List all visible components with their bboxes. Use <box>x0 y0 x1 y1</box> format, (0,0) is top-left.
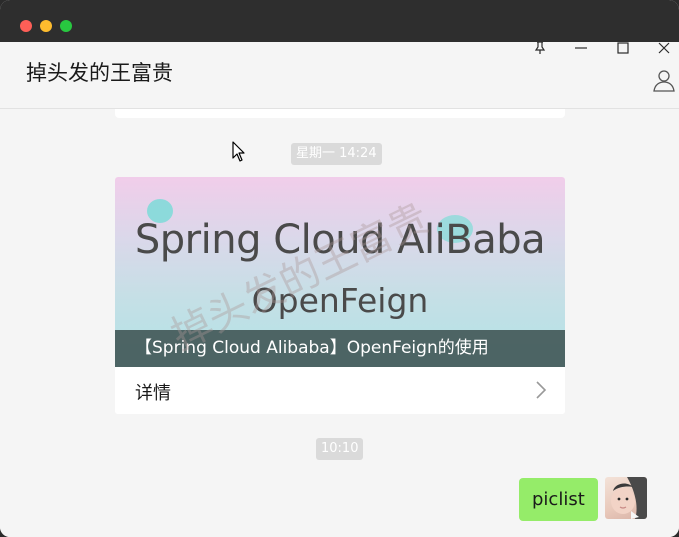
message-timestamp: 10:10 <box>316 438 364 460</box>
avatar[interactable] <box>605 477 647 519</box>
maximize-icon[interactable] <box>616 42 630 54</box>
close-icon[interactable] <box>657 42 671 54</box>
article-details-link[interactable]: 详情 <box>115 367 565 414</box>
close-window-button[interactable] <box>20 20 32 32</box>
outgoing-message-bubble[interactable]: piclist <box>519 478 598 521</box>
bubble-tail <box>591 493 598 505</box>
chat-title: 掉头发的王富贵 <box>26 61 173 85</box>
message-timestamp: 星期一 14:24 <box>291 143 382 165</box>
cover-heading: Spring Cloud AliBaba <box>134 217 546 263</box>
pin-icon[interactable] <box>533 42 547 54</box>
chat-window: 掉头发的王富贵 星期一 14:24 Spring Cloud AliBaba O… <box>0 0 679 537</box>
mac-title-bar <box>0 0 679 42</box>
details-label: 详情 <box>135 383 171 404</box>
avatar-photo <box>611 477 647 519</box>
chat-header: 掉头发的王富贵 <box>0 42 679 109</box>
minimize-icon[interactable] <box>574 42 588 54</box>
message-list[interactable]: 星期一 14:24 Spring Cloud AliBaba OpenFeign… <box>0 109 679 537</box>
cover-subheading: OpenFeign <box>251 281 429 320</box>
article-title: 【Spring Cloud Alibaba】OpenFeign的使用 <box>115 330 565 367</box>
chevron-right-icon <box>536 381 547 399</box>
article-cover-image[interactable]: Spring Cloud AliBaba OpenFeign 【Spring C… <box>115 177 565 367</box>
article-card[interactable]: Spring Cloud AliBaba OpenFeign 【Spring C… <box>115 177 565 414</box>
minimize-window-button[interactable] <box>40 20 52 32</box>
user-icon[interactable] <box>652 68 676 92</box>
mouse-cursor-icon <box>232 141 245 162</box>
zoom-window-button[interactable] <box>60 20 72 32</box>
previous-message-card[interactable] <box>115 109 565 118</box>
